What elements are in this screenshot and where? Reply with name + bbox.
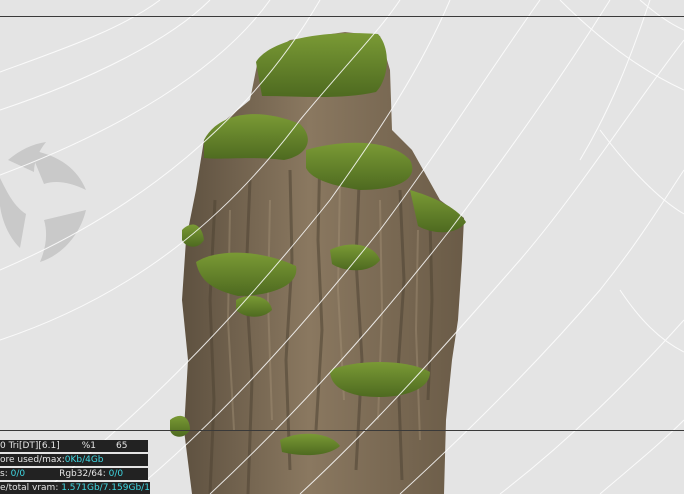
stat-core-value: 0Kb/4Gb — [64, 455, 104, 465]
stat-rgb-value: 0/0 — [108, 469, 124, 479]
stat-core-label: ore used/max: — [0, 455, 65, 465]
overlay-guide-curves — [0, 0, 684, 494]
stat-row-textures: s: 0/0 Rgb32/64: 0/0 — [0, 468, 148, 480]
stat-row-vram: e/total vram: 1.571Gb/7.159Gb/1. — [0, 482, 150, 494]
render-statistics-panel: 0 Tri[DT][6.1] %1 65 ore used/max:0Kb/4Gb … — [0, 440, 170, 494]
stat-textures-value: 0/0 — [10, 469, 26, 479]
render-viewport[interactable]: 0 Tri[DT][6.1] %1 65 ore used/max:0Kb/4Gb … — [0, 0, 684, 494]
stat-sample-label: %1 — [81, 441, 97, 451]
stat-triangles-label: 0 Tri[DT][6.1] — [0, 441, 60, 451]
render-region-bottom-border — [0, 430, 684, 431]
render-region-top-border — [0, 16, 684, 17]
stat-row-triangles: 0 Tri[DT][6.1] %1 65 — [0, 440, 148, 452]
stat-row-core-memory: ore used/max:0Kb/4Gb — [0, 454, 148, 466]
stat-vram-label: e/total vram: — [0, 483, 62, 493]
stat-sample-value: 65 — [116, 441, 128, 451]
stat-rgb-label: Rgb32/64: — [59, 469, 109, 479]
stat-textures-label: s: — [0, 469, 11, 479]
stat-vram-value: 1.571Gb/7.159Gb/1. — [61, 483, 150, 493]
